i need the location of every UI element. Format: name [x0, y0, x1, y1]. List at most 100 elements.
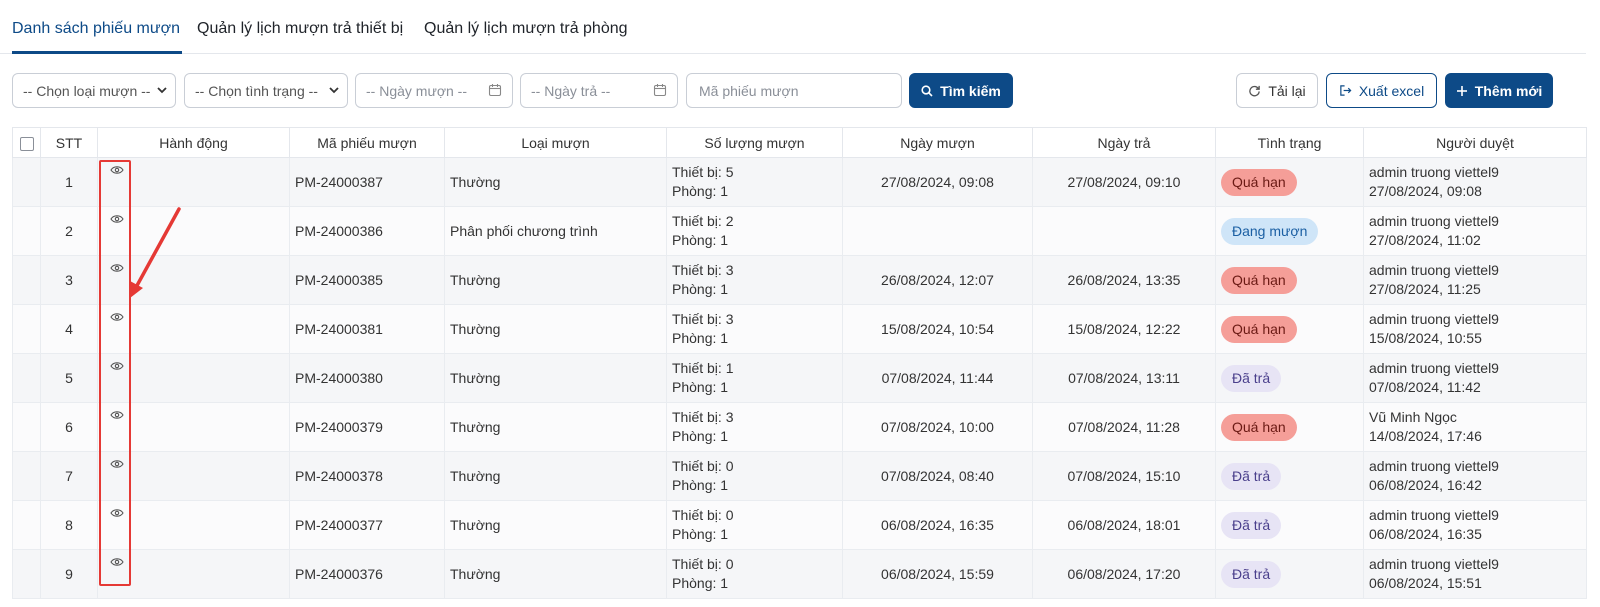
device-quantity: Thiết bị: 0 [672, 556, 734, 572]
tab-bar: Danh sách phiếu mượn Quản lý lịch mượn t… [0, 0, 1586, 54]
loan-type-select-value: -- Chọn loại mượn -- [23, 82, 151, 99]
approver-name: admin truong viettel9 [1369, 360, 1499, 376]
borrow-date-cell: 06/08/2024, 16:35 [842, 500, 1033, 550]
row-index: 9 [40, 549, 98, 599]
search-button[interactable]: Tìm kiếm [909, 73, 1013, 108]
reload-button[interactable]: Tải lại [1236, 73, 1318, 108]
loan-type-cell: Thường [444, 157, 667, 207]
approver-cell: admin truong viettel9 06/08/2024, 16:35 [1363, 500, 1587, 550]
return-date-cell: 07/08/2024, 11:28 [1032, 402, 1216, 452]
column-header: Số lượng mượn [666, 127, 843, 158]
status-badge: Quá hạn [1221, 315, 1297, 343]
loan-quantity-cell: Thiết bị: 0 Phòng: 1 [666, 500, 843, 550]
table-row: 3 PM-24000385 Thường Thiết bị: 3 Phòng: 1 26/… [12, 255, 1587, 305]
search-button-label: Tìm kiếm [940, 82, 1001, 99]
refresh-icon [1249, 85, 1261, 97]
approved-at: 06/08/2024, 15:51 [1369, 575, 1482, 591]
eye-icon[interactable] [110, 165, 124, 175]
return-date-cell [1032, 206, 1216, 256]
approver-name: admin truong viettel9 [1369, 164, 1499, 180]
borrow-date-cell: 06/08/2024, 15:59 [842, 549, 1033, 599]
status-badge: Quá hạn [1221, 413, 1297, 441]
loan-code-cell: PM-24000378 [289, 451, 445, 501]
select-all-header [12, 127, 41, 158]
borrow-date-picker[interactable]: -- Ngày mượn -- [355, 73, 513, 108]
return-date-cell: 07/08/2024, 15:10 [1032, 451, 1216, 501]
room-quantity: Phòng: 1 [672, 330, 729, 346]
approver-name: Vũ Minh Ngọc [1369, 409, 1457, 425]
table-header-row: STT Hành động Mã phiếu mượn Loại mượn Số… [12, 127, 1587, 158]
status-cell: Đã trả [1215, 500, 1364, 550]
device-quantity: Thiết bị: 3 [672, 262, 734, 278]
chevron-down-icon [157, 87, 167, 94]
device-quantity: Thiết bị: 5 [672, 164, 734, 180]
status-badge: Đã trả [1221, 364, 1282, 392]
search-icon [921, 84, 933, 97]
plus-icon [1456, 85, 1467, 96]
room-quantity: Phòng: 1 [672, 232, 729, 248]
room-quantity: Phòng: 1 [672, 575, 729, 591]
borrow-date-cell: 07/08/2024, 10:00 [842, 402, 1033, 452]
loan-quantity-cell: Thiết bị: 0 Phòng: 1 [666, 451, 843, 501]
room-quantity: Phòng: 1 [672, 379, 729, 395]
tab-room-schedule[interactable]: Quản lý lịch mượn trả phòng [424, 20, 628, 38]
select-all-checkbox[interactable] [19, 136, 34, 151]
approver-name: admin truong viettel9 [1369, 556, 1499, 572]
approver-name: admin truong viettel9 [1369, 213, 1499, 229]
export-excel-button[interactable]: Xuất excel [1326, 73, 1437, 108]
eye-icon[interactable] [110, 361, 124, 371]
status-cell: Quá hạn [1215, 304, 1364, 354]
export-excel-button-label: Xuất excel [1358, 82, 1425, 99]
loan-quantity-cell: Thiết bị: 5 Phòng: 1 [666, 157, 843, 207]
loan-code-cell: PM-24000385 [289, 255, 445, 305]
table-row: 2 PM-24000386 Phân phối chương trình Thiết … [12, 206, 1587, 256]
loan-code-placeholder: Mã phiếu mượn [699, 82, 799, 99]
loan-type-select[interactable]: -- Chọn loại mượn -- [12, 73, 176, 108]
row-select-cell [12, 549, 41, 599]
approver-name: admin truong viettel9 [1369, 311, 1499, 327]
loan-code-input[interactable]: Mã phiếu mượn [686, 73, 902, 108]
eye-icon[interactable] [110, 263, 124, 273]
add-new-button[interactable]: Thêm mới [1445, 73, 1553, 108]
eye-icon[interactable] [110, 557, 124, 567]
add-new-button-label: Thêm mới [1474, 82, 1543, 99]
loan-type-cell: Thường [444, 549, 667, 599]
row-select-cell [12, 451, 41, 501]
tab-device-schedule[interactable]: Quản lý lịch mượn trả thiết bị [197, 20, 403, 38]
status-cell: Quá hạn [1215, 157, 1364, 207]
eye-icon[interactable] [110, 459, 124, 469]
loan-code-cell: PM-24000376 [289, 549, 445, 599]
borrow-date-cell: 15/08/2024, 10:54 [842, 304, 1033, 354]
return-date-cell: 15/08/2024, 12:22 [1032, 304, 1216, 354]
status-badge: Đã trả [1221, 462, 1282, 490]
approver-cell: admin truong viettel9 27/08/2024, 09:08 [1363, 157, 1587, 207]
row-actions [97, 304, 290, 354]
approver-name: admin truong viettel9 [1369, 458, 1499, 474]
approved-at: 07/08/2024, 11:42 [1369, 379, 1481, 395]
loan-code-cell: PM-24000387 [289, 157, 445, 207]
eye-icon[interactable] [110, 312, 124, 322]
status-cell: Đã trả [1215, 353, 1364, 403]
eye-icon[interactable] [110, 508, 124, 518]
tab-loan-list[interactable]: Danh sách phiếu mượn [12, 20, 180, 38]
status-cell: Đang mượn [1215, 206, 1364, 256]
row-index: 3 [40, 255, 98, 305]
filter-toolbar: -- Chọn loại mượn -- -- Chọn tình trạng … [0, 73, 1600, 109]
column-header: Người duyệt [1363, 127, 1587, 158]
approver-cell: admin truong viettel9 06/08/2024, 16:42 [1363, 451, 1587, 501]
row-select-cell [12, 157, 41, 207]
column-header: Mã phiếu mượn [289, 127, 445, 158]
borrow-date-cell: 27/08/2024, 09:08 [842, 157, 1033, 207]
approved-at: 27/08/2024, 11:25 [1369, 281, 1481, 297]
device-quantity: Thiết bị: 0 [672, 458, 734, 474]
status-select[interactable]: -- Chọn tình trạng -- [184, 73, 348, 108]
return-date-picker[interactable]: -- Ngày trả -- [520, 73, 678, 108]
table-row: 4 PM-24000381 Thường Thiết bị: 3 Phòng: 1 15/… [12, 304, 1587, 354]
row-select-cell [12, 353, 41, 403]
eye-icon[interactable] [110, 214, 124, 224]
approver-name: admin truong viettel9 [1369, 262, 1499, 278]
row-actions [97, 500, 290, 550]
column-header: Ngày mượn [842, 127, 1033, 158]
status-badge: Đang mượn [1221, 217, 1319, 245]
eye-icon[interactable] [110, 410, 124, 420]
